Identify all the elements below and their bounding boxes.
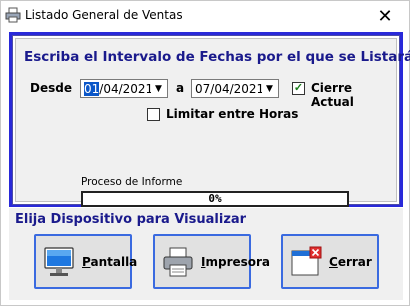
cierre-actual-checkbox[interactable]: ✓: [292, 82, 305, 95]
to-date-value: 07/04/2021: [195, 82, 265, 96]
date-range-heading: Escriba el Intervalo de Fechas por el qu…: [24, 49, 410, 65]
client-area: Escriba el Intervalo de Fechas por el qu…: [9, 32, 410, 300]
date-range-panel: Escriba el Intervalo de Fechas por el qu…: [12, 35, 410, 207]
device-label: Elija Dispositivo para Visualizar: [15, 212, 247, 227]
printer-app-icon: [5, 7, 21, 23]
from-date-day-selected: 01: [84, 82, 100, 96]
device-panel: Elija Dispositivo para Visualizar Pantal…: [9, 207, 403, 300]
cerrar-label: Cerrar: [329, 254, 372, 269]
from-date-picker[interactable]: 01/04/2021 ▼: [80, 79, 168, 98]
a-label: a: [176, 81, 185, 95]
progress-bar: 0%: [81, 191, 349, 207]
desde-label: Desde: [30, 81, 72, 95]
to-date-picker[interactable]: 07/04/2021 ▼: [191, 79, 279, 98]
limitar-horas-label: Limitar entre Horas: [166, 107, 299, 121]
cierre-actual-label: Cierre Actual: [311, 81, 354, 109]
from-date-rest: /04/2021: [99, 82, 154, 96]
impresora-label: Impresora: [201, 254, 271, 269]
from-date-value: 01/04/2021: [84, 82, 153, 96]
impresora-button[interactable]: Impresora: [153, 234, 270, 289]
date-range-inner: Escriba el Intervalo de Fechas por el qu…: [15, 38, 410, 207]
window-title: Listado General de Ventas: [25, 8, 183, 22]
monitor-icon: [44, 246, 74, 276]
dialog-window: Listado General de Ventas ✕ Escriba el I…: [0, 0, 410, 306]
pantalla-label: Pantalla: [82, 254, 138, 269]
progress-label: Proceso de Informe: [81, 176, 183, 188]
close-window-icon: [291, 246, 322, 275]
printer-icon: [163, 247, 193, 276]
close-icon[interactable]: ✕: [365, 1, 405, 31]
chevron-down-icon[interactable]: ▼: [151, 81, 166, 96]
pantalla-button[interactable]: Pantalla: [34, 234, 137, 289]
cerrar-button[interactable]: Cerrar: [281, 234, 379, 289]
limitar-horas-checkbox[interactable]: [147, 108, 160, 121]
progress-percent: 0%: [208, 192, 222, 205]
chevron-down-icon[interactable]: ▼: [262, 81, 277, 96]
title-bar: Listado General de Ventas ✕: [1, 1, 409, 31]
